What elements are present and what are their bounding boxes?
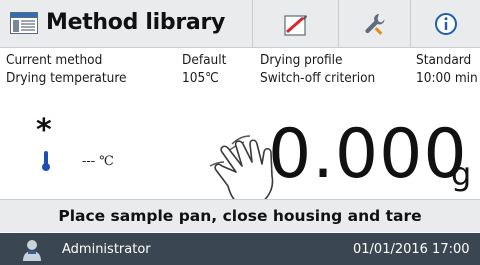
stability-asterisk: * xyxy=(36,113,52,148)
current-temperature: --- ℃ xyxy=(82,154,114,169)
info-icon xyxy=(434,13,457,35)
page-title: Method library xyxy=(46,10,226,35)
info-button[interactable] xyxy=(410,0,480,48)
user-icon[interactable] xyxy=(22,239,42,261)
current-method-value: Default xyxy=(182,52,227,68)
current-method-label: Current method xyxy=(6,52,103,68)
weight-unit: g xyxy=(451,155,472,193)
settings-button[interactable] xyxy=(338,0,410,48)
method-library-title-button[interactable]: Method library xyxy=(0,0,250,48)
thermometer-icon xyxy=(42,151,50,171)
method-info-panel: Current method Default Drying profile St… xyxy=(0,50,480,90)
drying-profile-label: Drying profile xyxy=(260,52,343,68)
drying-profile-value: Standard xyxy=(416,52,472,68)
drying-temperature-value: 105℃ xyxy=(182,70,219,86)
switch-off-criterion-label: Switch-off criterion xyxy=(260,70,376,86)
edit-button[interactable] xyxy=(252,0,338,48)
edit-icon xyxy=(283,15,307,36)
date-time: 01/01/2016 17:00 xyxy=(353,242,470,257)
user-name[interactable]: Administrator xyxy=(62,242,151,257)
header-bar: Method library xyxy=(0,0,480,48)
drying-temperature-label: Drying temperature xyxy=(6,70,127,86)
switch-off-criterion-value: 10:00 min xyxy=(416,70,478,86)
status-bar: Administrator 01/01/2016 17:00 xyxy=(0,233,480,265)
wrench-icon xyxy=(364,14,384,35)
instruction-bar: Place sample pan, close housing and tare xyxy=(0,199,480,232)
tap-hand-icon xyxy=(209,135,274,207)
method-library-icon xyxy=(10,12,38,34)
